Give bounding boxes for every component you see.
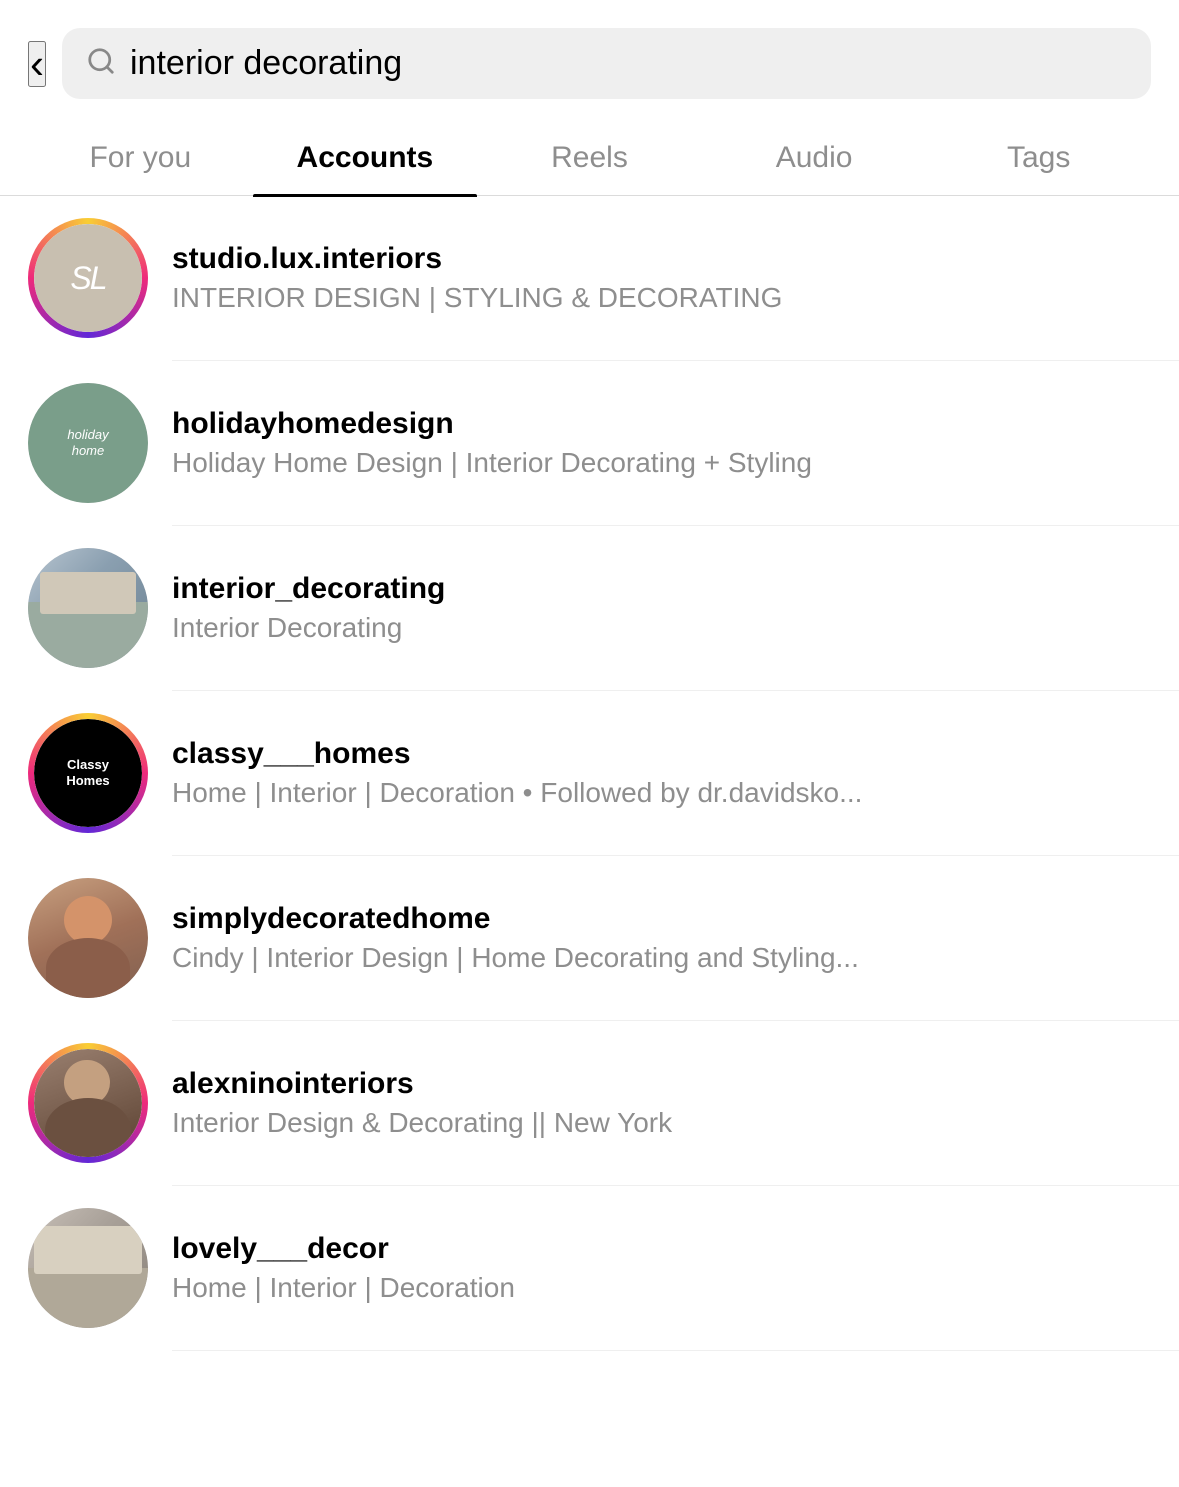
list-item[interactable]: SL studio.lux.interiors INTERIOR DESIGN … [0,196,1179,360]
account-bio: Home | Interior | Decoration • Followed … [172,777,1151,809]
account-info: interior_decorating Interior Decorating [172,572,1151,644]
account-info: holidayhomedesign Holiday Home Design | … [172,407,1151,479]
search-bar[interactable] [62,28,1151,99]
account-bio: Home | Interior | Decoration [172,1272,1151,1304]
account-username: interior_decorating [172,572,1151,606]
search-icon [86,46,116,82]
avatar: ClassyHomes [28,713,148,833]
tab-tags[interactable]: Tags [926,119,1151,195]
account-username: lovely___decor [172,1232,1151,1266]
list-item[interactable]: alexninointeriors Interior Design & Deco… [0,1021,1179,1185]
avatar: SL [28,218,148,338]
account-list: SL studio.lux.interiors INTERIOR DESIGN … [0,196,1179,1351]
account-username: holidayhomedesign [172,407,1151,441]
header: ‹ [0,0,1179,119]
account-bio: Interior Design & Decorating || New York [172,1107,1151,1139]
tab-for-you[interactable]: For you [28,119,253,195]
account-info: lovely___decor Home | Interior | Decorat… [172,1232,1151,1304]
list-item[interactable]: interior_decorating Interior Decorating [0,526,1179,690]
list-item[interactable]: ClassyHomes classy___homes Home | Interi… [0,691,1179,855]
list-item[interactable]: holidayhome holidayhomedesign Holiday Ho… [0,361,1179,525]
tab-accounts[interactable]: Accounts [253,119,478,195]
account-username: studio.lux.interiors [172,242,1151,276]
account-username: simplydecoratedhome [172,902,1151,936]
tab-audio[interactable]: Audio [702,119,927,195]
account-bio: Interior Decorating [172,612,1151,644]
avatar [28,1208,148,1328]
avatar [28,548,148,668]
account-info: alexninointeriors Interior Design & Deco… [172,1067,1151,1139]
account-bio: INTERIOR DESIGN | STYLING & DECORATING [172,282,1151,314]
list-item[interactable]: simplydecoratedhome Cindy | Interior Des… [0,856,1179,1020]
avatar [28,1043,148,1163]
account-bio: Holiday Home Design | Interior Decoratin… [172,447,1151,479]
account-info: studio.lux.interiors INTERIOR DESIGN | S… [172,242,1151,314]
back-button[interactable]: ‹ [28,41,46,87]
account-bio: Cindy | Interior Design | Home Decoratin… [172,942,1151,974]
account-info: classy___homes Home | Interior | Decorat… [172,737,1151,809]
account-username: classy___homes [172,737,1151,771]
account-username: alexninointeriors [172,1067,1151,1101]
avatar: holidayhome [28,383,148,503]
account-info: simplydecoratedhome Cindy | Interior Des… [172,902,1151,974]
tab-reels[interactable]: Reels [477,119,702,195]
list-item[interactable]: lovely___decor Home | Interior | Decorat… [0,1186,1179,1350]
tabs-bar: For you Accounts Reels Audio Tags [0,119,1179,196]
avatar [28,878,148,998]
search-input[interactable] [130,44,1127,83]
